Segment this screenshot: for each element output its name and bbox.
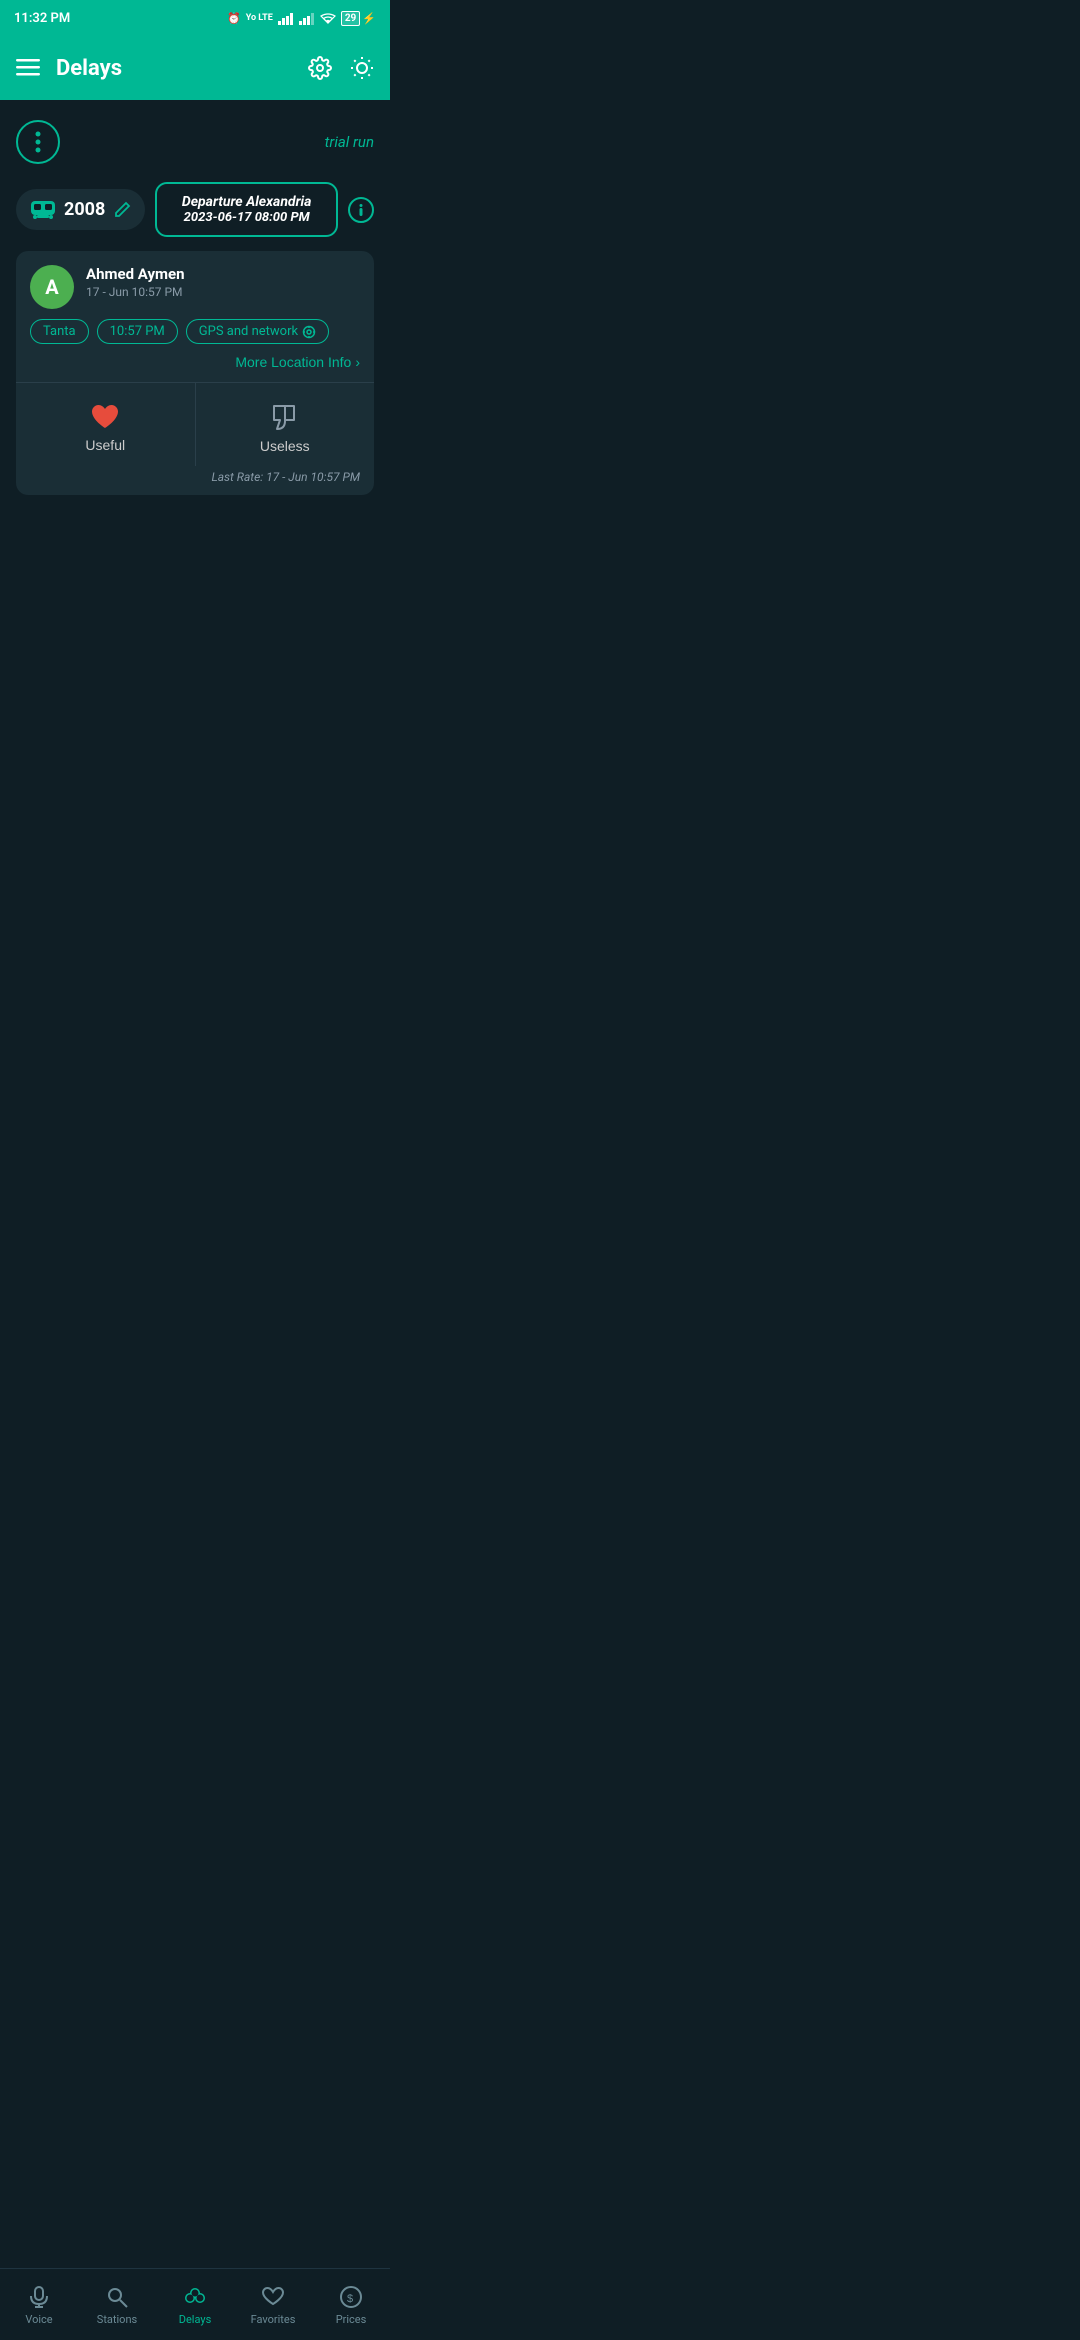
signal2-icon: [299, 11, 315, 24]
status-icons: ⏰ Yo LTE 29 ⚡: [227, 11, 376, 26]
theme-button[interactable]: [350, 56, 374, 80]
report-header: A Ahmed Aymen 17 - Jun 10:57 PM: [16, 251, 374, 319]
rating-section: Useful Useless: [16, 382, 374, 466]
useless-button[interactable]: Useless: [195, 383, 375, 466]
tag-time[interactable]: 10:57 PM: [97, 319, 178, 344]
useful-button[interactable]: Useful: [16, 383, 195, 465]
more-options-button[interactable]: [16, 120, 60, 164]
report-card: A Ahmed Aymen 17 - Jun 10:57 PM Tanta 10…: [16, 251, 374, 495]
charging-icon: ⚡: [362, 12, 376, 25]
nav-voice[interactable]: Voice: [0, 2276, 78, 2334]
nav-stations[interactable]: Stations: [78, 2276, 156, 2334]
departure-date: 2023-06-17 08:00 PM: [171, 210, 322, 225]
settings-button[interactable]: [308, 56, 332, 80]
train-info-row: 2008 Departure Alexandria 2023-06-17 08:…: [16, 182, 374, 237]
battery-indicator: 29 ⚡: [341, 11, 376, 26]
departure-box[interactable]: Departure Alexandria 2023-06-17 08:00 PM: [155, 182, 338, 237]
main-content: trial run 2008 Depart: [0, 100, 390, 605]
nav-stations-label: Stations: [97, 2313, 137, 2326]
useless-label: Useless: [260, 438, 310, 454]
top-row: trial run: [16, 116, 374, 168]
nav-delays-label: Delays: [179, 2313, 212, 2326]
favorites-icon: [262, 2284, 284, 2309]
app-bar: Delays: [0, 36, 390, 100]
alarm-icon: ⏰: [227, 12, 241, 25]
thumbs-down-icon: [270, 399, 300, 432]
wifi-icon: [320, 11, 336, 24]
departure-city: Departure Alexandria: [171, 194, 322, 210]
info-icon[interactable]: [348, 196, 374, 222]
more-location-row: More Location Info ›: [16, 354, 374, 382]
train-number: 2008: [64, 199, 105, 220]
trial-run-label: trial run: [325, 133, 374, 151]
useful-label: Useful: [85, 437, 125, 453]
nav-prices-label: Prices: [336, 2313, 367, 2326]
delays-icon: [182, 2284, 208, 2309]
chevron-right-icon: ›: [355, 354, 360, 370]
last-rate-text: Last Rate: 17 - Jun 10:57 PM: [211, 470, 360, 484]
tag-location[interactable]: Tanta: [30, 319, 89, 344]
report-tags: Tanta 10:57 PM GPS and network: [16, 319, 374, 354]
svg-text:$: $: [347, 2293, 353, 2305]
lte-icon: Yo LTE: [246, 13, 273, 23]
nav-favorites-label: Favorites: [251, 2313, 296, 2326]
page-title: Delays: [56, 56, 292, 81]
report-username: Ahmed Aymen: [86, 265, 360, 283]
last-rate-row: Last Rate: 17 - Jun 10:57 PM: [16, 466, 374, 495]
nav-favorites[interactable]: Favorites: [234, 2276, 312, 2334]
bottom-nav: Voice Stations Delays: [0, 2268, 390, 2340]
report-time: 17 - Jun 10:57 PM: [86, 285, 360, 299]
voice-icon: [28, 2284, 50, 2309]
report-user-info: Ahmed Aymen 17 - Jun 10:57 PM: [86, 265, 360, 299]
heart-icon: [90, 399, 120, 431]
train-icon: [30, 197, 56, 222]
edit-icon[interactable]: [113, 199, 131, 220]
avatar: A: [30, 265, 74, 309]
tag-gps[interactable]: GPS and network: [186, 319, 329, 344]
signal1-icon: [278, 11, 294, 24]
status-time: 11:32 PM: [14, 11, 70, 26]
train-number-box: 2008: [16, 189, 145, 230]
menu-button[interactable]: [16, 59, 40, 77]
status-bar: 11:32 PM ⏰ Yo LTE 29 ⚡: [0, 0, 390, 36]
nav-voice-label: Voice: [25, 2313, 52, 2326]
nav-delays[interactable]: Delays: [156, 2276, 234, 2334]
app-bar-actions: [308, 56, 374, 80]
bottom-spacer: [16, 509, 374, 589]
stations-icon: [106, 2284, 128, 2309]
nav-prices[interactable]: $ Prices: [312, 2276, 390, 2334]
more-location-button[interactable]: More Location Info ›: [235, 354, 360, 370]
prices-icon: $: [340, 2284, 362, 2309]
